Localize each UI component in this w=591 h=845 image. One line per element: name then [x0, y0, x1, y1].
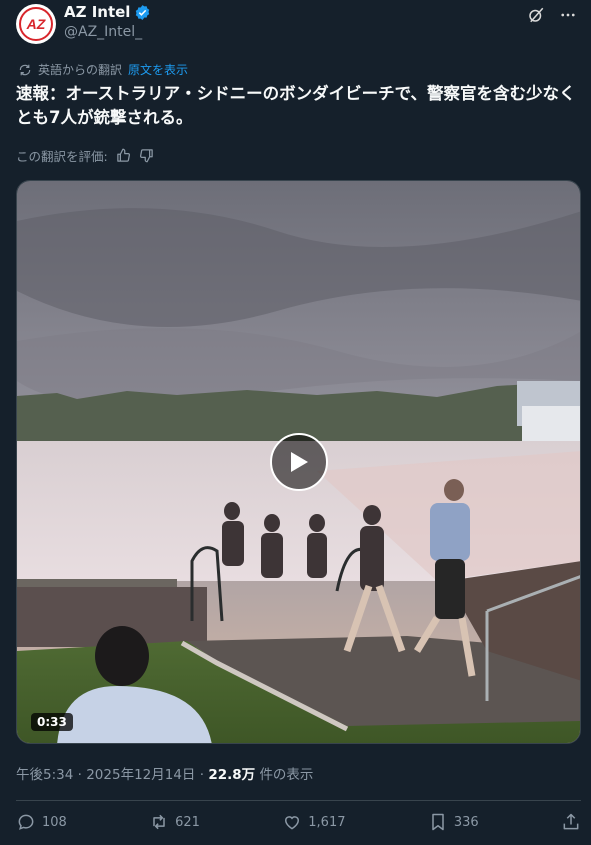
thumbs-down-icon[interactable] — [139, 148, 154, 163]
like-button[interactable]: 1,617 — [282, 812, 346, 832]
rate-translation: この翻訳を評価: — [16, 146, 154, 165]
more-options-icon[interactable] — [557, 4, 579, 26]
translation-notice: 英語からの翻訳 原文を表示 — [18, 61, 188, 78]
play-icon — [291, 452, 308, 472]
avatar-logo: AZ — [19, 7, 53, 41]
meta-separator: · — [77, 767, 87, 783]
repost-button[interactable]: 621 — [149, 812, 200, 832]
video-player[interactable]: 0:33 — [16, 180, 581, 744]
share-button[interactable] — [561, 812, 581, 832]
view-count: 22.8万 — [208, 767, 256, 783]
grok-icon[interactable] — [525, 4, 547, 26]
bookmark-count: 336 — [453, 814, 479, 830]
thumbs-up-icon[interactable] — [116, 148, 131, 163]
divider — [16, 800, 581, 801]
author-name-row[interactable]: AZ Intel — [64, 3, 151, 21]
rate-translation-label: この翻訳を評価: — [16, 149, 108, 164]
avatar-text: AZ — [26, 16, 46, 32]
verified-badge-icon — [136, 4, 150, 20]
show-original-link[interactable]: 原文を表示 — [128, 61, 188, 78]
action-bar: 108 621 1,617 336 — [16, 812, 581, 832]
translate-icon — [19, 64, 31, 75]
post-text: 速報：オーストラリア・シドニーのボンダイビーチで、警察官を含む少なくとも7人が銃… — [16, 84, 576, 127]
translation-label: 英語からの翻訳 — [38, 63, 123, 77]
bookmark-button[interactable]: 336 — [428, 812, 479, 832]
reply-count: 108 — [42, 814, 67, 830]
avatar[interactable]: AZ — [16, 4, 56, 44]
play-button[interactable] — [270, 433, 328, 491]
reply-icon — [18, 814, 34, 830]
author-name[interactable]: AZ Intel — [64, 3, 130, 21]
bookmark-icon — [432, 813, 444, 831]
author-handle[interactable]: @AZ_Intel_ — [64, 24, 142, 40]
post-meta: 午後5:34 · 2025年12月14日 · 22.8万 件の表示 — [16, 763, 313, 783]
reply-button[interactable]: 108 — [16, 812, 67, 832]
post-time[interactable]: 午後5:34 — [16, 767, 73, 783]
video-duration: 0:33 — [31, 713, 73, 731]
like-count: 1,617 — [308, 814, 346, 830]
view-count-suffix: 件の表示 — [259, 767, 314, 783]
share-icon — [563, 813, 579, 830]
repost-count: 621 — [175, 814, 200, 830]
repost-icon — [153, 814, 165, 830]
post-date[interactable]: 2025年12月14日 — [86, 767, 195, 783]
heart-icon — [285, 816, 300, 830]
header-actions — [525, 4, 579, 26]
